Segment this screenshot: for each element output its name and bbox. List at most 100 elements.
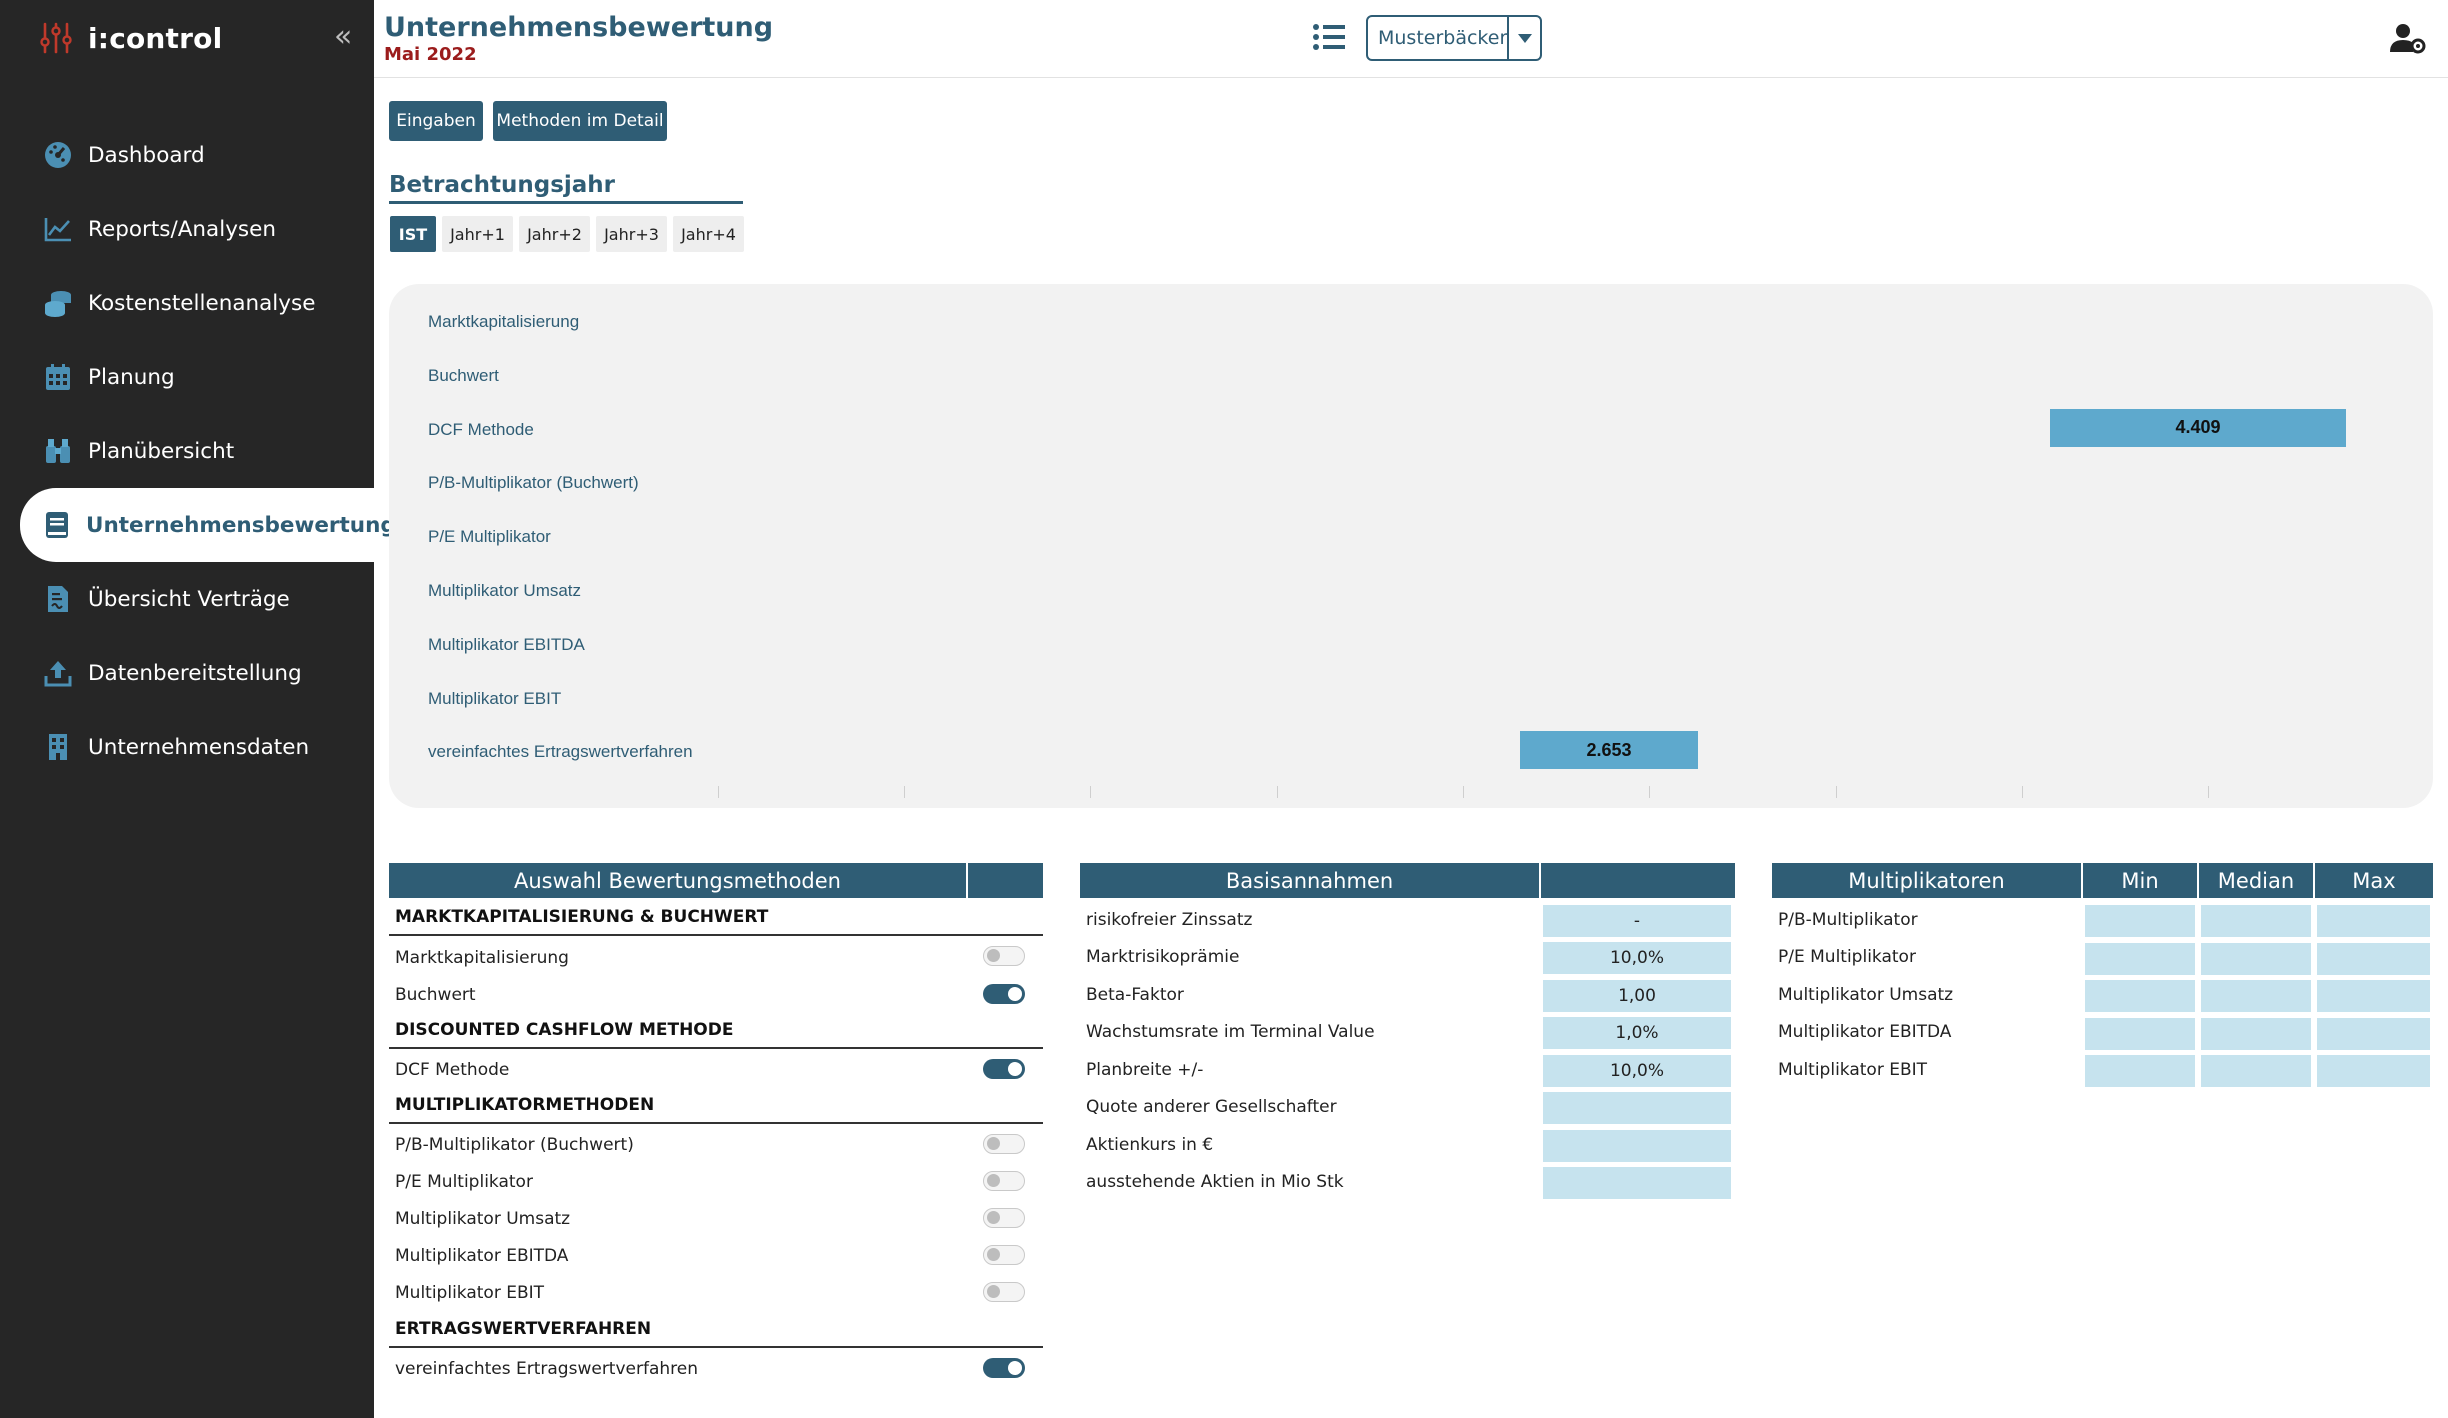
toggle-pb[interactable] [983, 1134, 1025, 1154]
basis-row-label: ausstehende Aktien in Mio Stk [1086, 1171, 1344, 1192]
sidebar-item-planung[interactable]: Planung [0, 340, 374, 414]
multi-value-cell[interactable] [2085, 905, 2195, 937]
toggle-ebit[interactable] [983, 1282, 1025, 1302]
year-tab-jahr3[interactable]: Jahr+3 [596, 216, 667, 252]
chart-axis-tick [2022, 786, 2023, 798]
sidebar-item-label: Kostenstellenanalyse [88, 290, 316, 316]
chart-category-label: vereinfachtes Ertragswertverfahren [428, 742, 693, 762]
chart-axis-tick [1090, 786, 1091, 798]
year-tab-jahr2[interactable]: Jahr+2 [519, 216, 590, 252]
method-row-ebit: Multiplikator EBIT [395, 1282, 545, 1303]
multi-value-cell[interactable] [2201, 905, 2311, 937]
multi-table-header: Multiplikatoren [1772, 863, 2081, 898]
basis-row-label: risikofreier Zinssatz [1086, 909, 1253, 930]
basis-row-value[interactable]: 1,0% [1543, 1017, 1731, 1049]
list-view-icon[interactable] [1312, 22, 1346, 52]
contract-icon [42, 583, 74, 615]
methoden-detail-button[interactable]: Methoden im Detail [493, 101, 667, 141]
multi-value-cell[interactable] [2317, 905, 2430, 937]
multi-col-max: Max [2315, 863, 2433, 898]
basis-row-value[interactable]: 10,0% [1543, 1055, 1731, 1087]
chart-axis-tick [718, 786, 719, 798]
multi-value-cell[interactable] [2201, 980, 2311, 1012]
basis-row-label: Beta-Faktor [1086, 984, 1184, 1005]
toggle-marktkapitalisierung[interactable] [983, 946, 1025, 966]
basis-row-value[interactable] [1543, 1092, 1731, 1124]
multi-value-cell[interactable] [2201, 1017, 2311, 1050]
toggle-umsatz[interactable] [983, 1208, 1025, 1228]
sidebar-item-reports[interactable]: Reports/Analysen [0, 192, 374, 266]
multi-value-cell[interactable] [2085, 942, 2195, 975]
sidebar-item-unternehmensdaten[interactable]: Unternehmensdaten [0, 710, 374, 784]
toggle-pe[interactable] [983, 1171, 1025, 1191]
calendar-icon [42, 361, 74, 393]
year-section-title: Betrachtungsjahr [389, 172, 743, 204]
multi-value-cell[interactable] [2317, 980, 2430, 1012]
chart-category-label: Multiplikator Umsatz [428, 581, 582, 600]
basis-row-value[interactable] [1543, 1167, 1731, 1199]
sidebar-item-label: Planung [88, 364, 175, 390]
coins-icon [42, 287, 74, 319]
sidebar-item-unternehmensbewertung[interactable]: Unternehmensbewertung [20, 488, 396, 562]
multi-value-cell[interactable] [2317, 1055, 2430, 1087]
multi-row-label: Multiplikator EBITDA [1778, 1022, 1952, 1042]
basis-row-value[interactable]: 1,00 [1543, 980, 1731, 1012]
year-tab-jahr4[interactable]: Jahr+4 [673, 216, 744, 252]
valuation-chart [389, 284, 2433, 808]
sidebar-nav: Dashboard Reports/Analysen Kostenstellen… [0, 118, 396, 784]
basis-table-header-spacer [1541, 863, 1735, 898]
basis-row-value[interactable]: - [1543, 905, 1731, 937]
app-logo[interactable]: i:control [38, 20, 222, 56]
page-title: Unternehmensbewertung [384, 12, 774, 43]
method-row-ebitda: Multiplikator EBITDA [395, 1245, 569, 1266]
method-row-pe: P/E Multiplikator [395, 1171, 533, 1192]
sidebar-item-vertraege[interactable]: Übersicht Verträge [0, 562, 374, 636]
user-settings-icon[interactable] [2390, 22, 2426, 54]
app-name: i:control [88, 21, 223, 55]
chevron-down-icon[interactable] [1507, 17, 1540, 59]
sidebar-item-dashboard[interactable]: Dashboard [0, 118, 374, 192]
collapse-sidebar-icon[interactable]: « [334, 20, 352, 54]
section-multiplikatormethoden: MULTIPLIKATORMETHODEN [389, 1087, 1043, 1124]
toggle-ebitda[interactable] [983, 1245, 1025, 1265]
page-period: Mai 2022 [384, 44, 477, 65]
chart-category-label: P/B-Multiplikator (Buchwert) [428, 473, 639, 493]
sidebar-item-kostenstellenanalyse[interactable]: Kostenstellenanalyse [0, 266, 374, 340]
dashboard-gauge-icon [42, 139, 74, 171]
toggle-ertragswert[interactable] [983, 1358, 1025, 1378]
chart-bar[interactable]: 4.409 [2050, 408, 2346, 447]
multi-value-cell[interactable] [2317, 1017, 2430, 1050]
chart-axis-tick [2208, 786, 2209, 798]
methods-table-header: Auswahl Bewertungsmethoden [389, 863, 966, 898]
year-tab-jahr1[interactable]: Jahr+1 [442, 216, 513, 252]
method-row-marktkapitalisierung: Marktkapitalisierung [395, 947, 569, 968]
multi-value-cell[interactable] [2085, 1055, 2195, 1087]
sidebar-item-datenbereitstellung[interactable]: Datenbereitstellung [0, 636, 374, 710]
chart-category-label: Multiplikator EBITDA [428, 634, 585, 654]
year-tab-ist[interactable]: IST [390, 216, 436, 252]
chart-category-label: Buchwert [428, 365, 499, 385]
section-marktkap-buchwert: MARKTKAPITALISIERUNG & BUCHWERT [389, 899, 1043, 936]
multi-value-cell[interactable] [2201, 1055, 2311, 1087]
company-select[interactable]: Musterbäcker [1366, 15, 1542, 61]
eingaben-button[interactable]: Eingaben [389, 101, 483, 141]
multi-value-cell[interactable] [2201, 942, 2311, 975]
multi-value-cell[interactable] [2085, 980, 2195, 1012]
multi-value-cell[interactable] [2085, 1017, 2195, 1050]
chart-category-label: Marktkapitalisierung [428, 312, 580, 331]
basis-row-value[interactable]: 10,0% [1543, 942, 1731, 974]
top-header: Unternehmensbewertung Mai 2022 Musterbäc… [374, 0, 2448, 78]
sidebar-item-planuebersicht[interactable]: Planübersicht [0, 414, 374, 488]
line-chart-icon [42, 213, 74, 245]
multi-row-label: Multiplikator EBIT [1778, 1059, 1928, 1080]
multi-value-cell[interactable] [2317, 942, 2430, 975]
multi-row-label: Multiplikator Umsatz [1778, 984, 1954, 1005]
chart-bar[interactable]: 2.653 [1520, 731, 1698, 770]
multi-col-median: Median [2199, 863, 2313, 898]
toggle-dcf[interactable] [983, 1059, 1025, 1079]
sidebar-item-label: Unternehmensbewertung [86, 512, 396, 538]
chart-axis-tick [1277, 786, 1278, 798]
section-dcf: DISCOUNTED CASHFLOW METHODE [389, 1012, 1043, 1049]
basis-row-value[interactable] [1543, 1130, 1731, 1162]
toggle-buchwert[interactable] [983, 984, 1025, 1004]
